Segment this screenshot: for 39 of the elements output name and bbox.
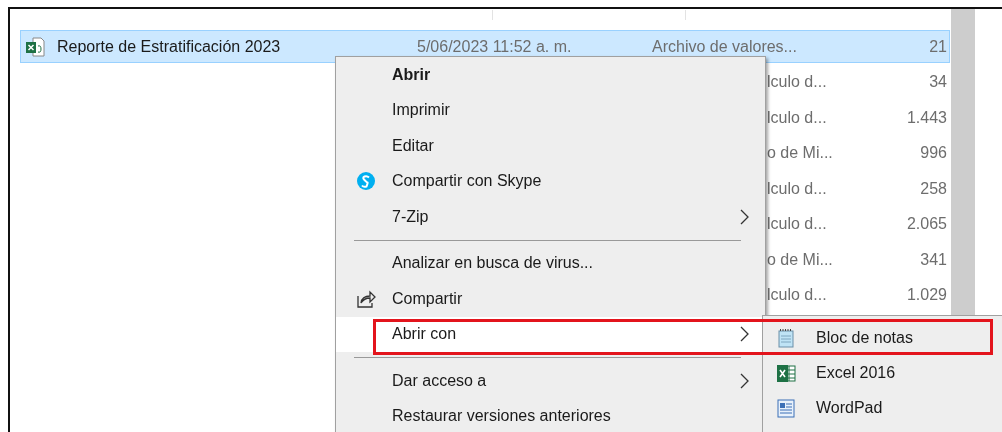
menu-item[interactable]: Bloc de notas (763, 320, 1002, 355)
file-size: 341 (920, 250, 947, 269)
file-size: 1.029 (906, 286, 947, 304)
menu-item[interactable]: Abrir con (336, 316, 765, 352)
menu-item[interactable]: Compartir con Skype (336, 163, 765, 199)
file-size: 1.443 (906, 108, 947, 127)
share-icon (356, 288, 376, 309)
file-type: lculo d... (767, 179, 828, 198)
document-app-icon (776, 397, 796, 418)
file-type: lculo d... (767, 73, 828, 91)
spreadsheet-app-icon (776, 362, 796, 383)
file-type: lculo d... (767, 108, 828, 127)
file-size: 21 (929, 37, 947, 56)
menu-item[interactable]: 7-Zip (336, 199, 765, 235)
file-name: Reporte de Estratificación 2023 (57, 37, 282, 56)
menu-item[interactable]: Dar acceso a (336, 363, 765, 399)
file-size: 34 (929, 73, 947, 91)
notepad-icon (776, 327, 796, 348)
menu-item[interactable]: Imprimir (336, 92, 765, 128)
menu-item[interactable]: Editar (336, 128, 765, 164)
file-size: 2.065 (906, 215, 947, 233)
spreadsheet-file-icon (25, 36, 45, 57)
menu-item[interactable]: Analizar en busca de virus... (336, 245, 765, 281)
file-type: o de Mi... (767, 144, 834, 162)
menu-item[interactable]: WordPad (763, 390, 1002, 425)
file-type: lculo d... (767, 215, 828, 233)
chevron-right-icon (739, 208, 749, 225)
file-type: o de Mi... (767, 250, 834, 269)
file-size: 996 (920, 144, 947, 162)
chevron-right-icon (739, 326, 749, 343)
file-type: Archivo de valores... (652, 37, 798, 56)
file-date: 5/06/2023 11:52 a. m. (417, 37, 573, 56)
file-size: 258 (920, 179, 947, 198)
skype-icon (356, 171, 376, 192)
menu-item[interactable]: Restaurar versiones anteriores (336, 398, 765, 432)
file-type: lculo d... (767, 286, 828, 304)
menu-item[interactable]: Excel 2016 (763, 355, 1002, 390)
chevron-right-icon (739, 372, 749, 389)
menu-item[interactable]: Compartir (336, 281, 765, 317)
